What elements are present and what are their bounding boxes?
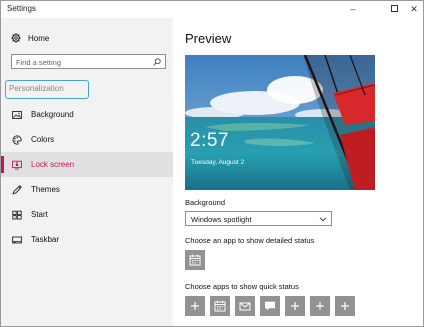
quick-status-slot-4[interactable]: [260, 296, 280, 316]
minimize-button[interactable]: –: [342, 1, 364, 18]
sidebar-item-label: Start: [31, 210, 48, 219]
main-content: Preview 2:57 Tuesday, August 2 Backgroun…: [173, 18, 423, 326]
maximize-icon: [390, 5, 398, 12]
lock-screen-preview: 2:57 Tuesday, August 2: [185, 55, 375, 190]
sidebar-item-label: Background: [31, 110, 74, 119]
lock-screen-icon: [12, 160, 22, 169]
detailed-status-label: Choose an app to show detailed status: [185, 236, 315, 245]
background-dropdown[interactable]: Windows spotlight: [185, 211, 332, 226]
quick-status-slot-1[interactable]: [185, 296, 205, 316]
plus-icon: [191, 302, 199, 310]
search-box[interactable]: [11, 54, 166, 69]
taskbar-icon: [12, 236, 22, 243]
quick-status-slot-6[interactable]: [310, 296, 330, 316]
sidebar-item-colors[interactable]: Colors: [1, 127, 173, 152]
sidebar-item-lock-screen[interactable]: Lock screen: [1, 152, 173, 177]
background-label: Background: [185, 198, 226, 207]
background-dropdown-value: Windows spotlight: [191, 215, 252, 224]
detailed-status-app-button[interactable]: [185, 250, 205, 270]
themes-icon: [12, 184, 22, 195]
close-button[interactable]: ✕: [403, 1, 424, 18]
home-label: Home: [28, 33, 50, 43]
quick-status-row: [185, 296, 365, 316]
sidebar-item-themes[interactable]: Themes: [1, 177, 173, 202]
sidebar-item-background[interactable]: Background: [1, 102, 173, 127]
preview-date: Tuesday, August 2: [191, 159, 245, 166]
plus-icon: [291, 302, 299, 310]
sidebar-item-taskbar[interactable]: Taskbar: [1, 227, 173, 252]
background-icon: [12, 110, 22, 119]
quick-status-slot-3[interactable]: [235, 296, 255, 316]
palette-icon: [12, 134, 22, 145]
plus-icon: [316, 302, 324, 310]
preview-image: [185, 55, 375, 190]
home-link[interactable]: Home: [11, 31, 49, 45]
mail-icon: [239, 302, 251, 311]
quick-status-slot-5[interactable]: [285, 296, 305, 316]
sidebar-item-label: Taskbar: [31, 235, 60, 244]
plus-icon: [341, 302, 349, 310]
sidebar: Home Personalization Background: [1, 18, 173, 326]
start-icon: [12, 210, 22, 219]
preview-time: 2:57: [190, 130, 229, 151]
chevron-down-icon: [319, 217, 327, 222]
settings-window: Settings – ✕ Home Find a setting Persona…: [0, 0, 424, 327]
calendar-icon: [189, 254, 201, 266]
maximize-button[interactable]: [383, 1, 405, 18]
quick-status-slot-2[interactable]: [210, 296, 230, 316]
quick-status-label: Choose apps to show quick status: [185, 282, 299, 291]
sidebar-nav: Background Colors Lock screen Themes Sta…: [1, 102, 173, 252]
sidebar-item-label: Colors: [31, 135, 55, 144]
search-input[interactable]: [16, 57, 151, 67]
title-bar: Settings – ✕: [1, 1, 423, 18]
gear-icon: [11, 33, 21, 43]
search-icon[interactable]: [153, 58, 161, 66]
sidebar-item-label: Themes: [31, 185, 60, 194]
sidebar-item-label: Lock screen: [31, 160, 75, 169]
calendar-icon: [214, 300, 226, 312]
chat-icon: [265, 301, 275, 311]
section-heading-personalization: Personalization: [5, 80, 89, 99]
sidebar-item-start[interactable]: Start: [1, 202, 173, 227]
window-title: Settings: [7, 4, 36, 13]
page-title: Preview: [185, 31, 232, 46]
quick-status-slot-7[interactable]: [335, 296, 355, 316]
